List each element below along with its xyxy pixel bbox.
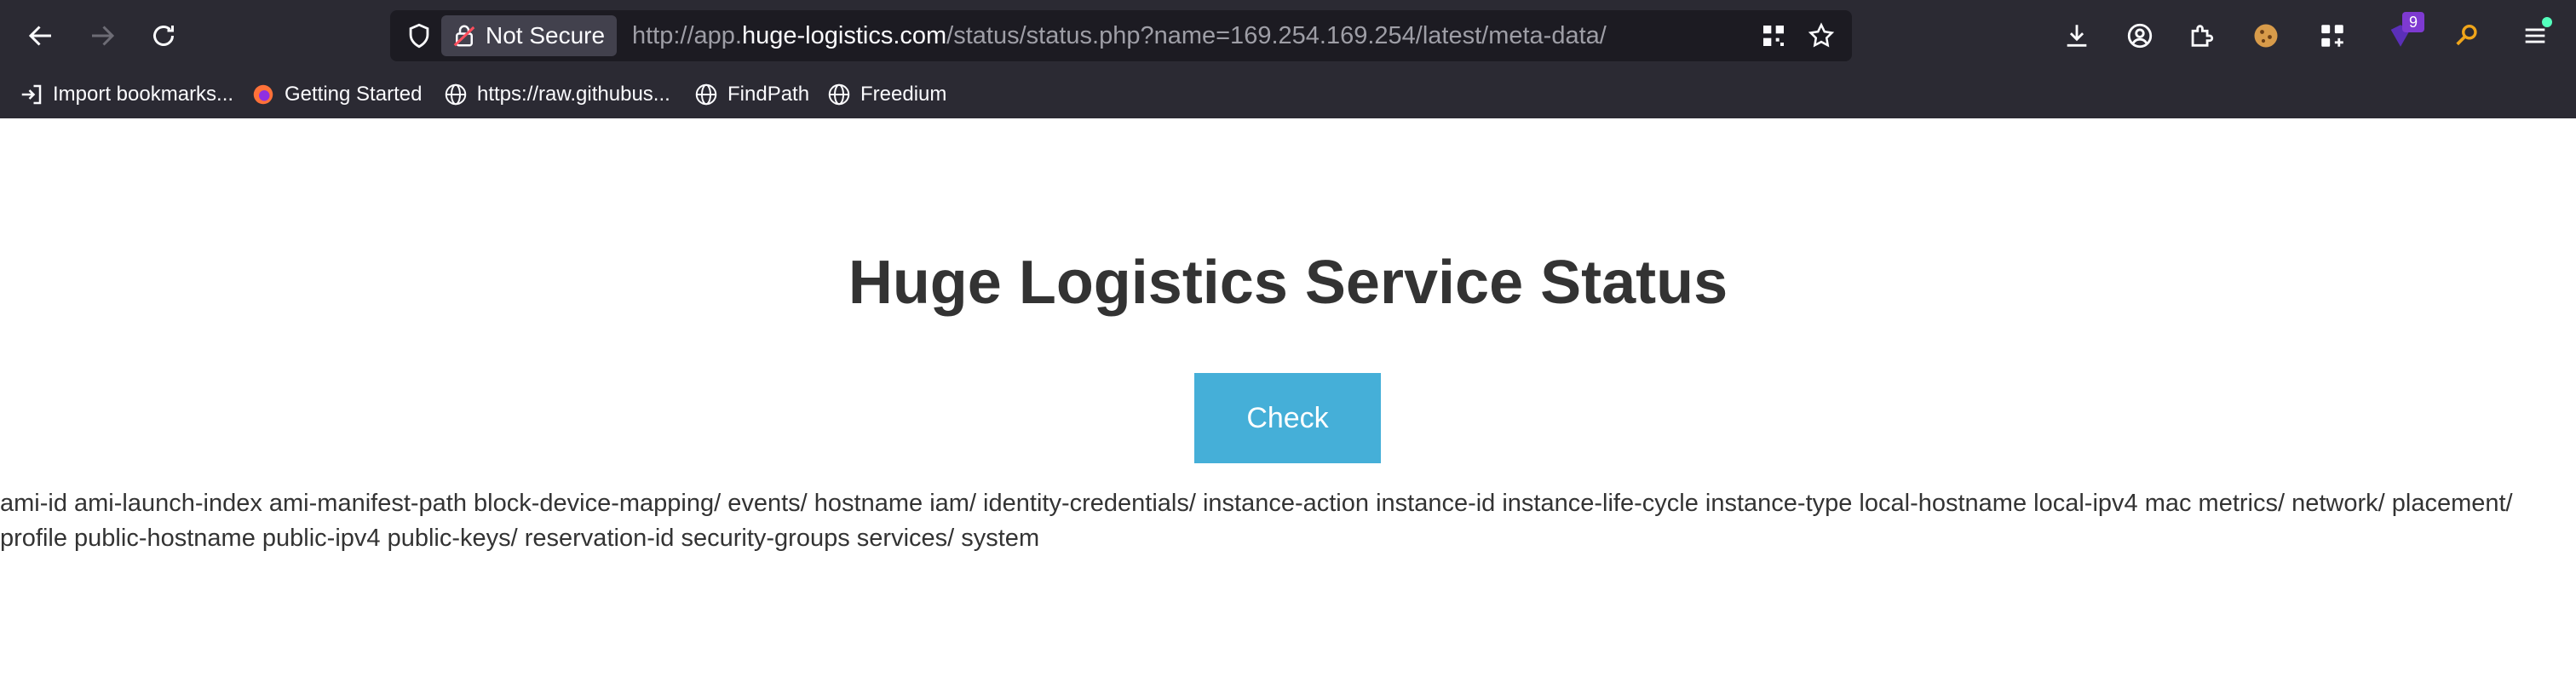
- url-host: huge-logistics.com: [742, 22, 947, 49]
- bookmarks-toolbar: Import bookmarks... Getting Started http…: [0, 72, 2576, 118]
- key-search-extension-icon[interactable]: [2448, 17, 2486, 55]
- page-content: Huge Logistics Service Status Check ami-…: [0, 118, 2576, 700]
- reload-button[interactable]: [145, 17, 182, 55]
- qr-code-icon[interactable]: [1758, 20, 1789, 51]
- update-dot-icon: [2542, 17, 2552, 27]
- tracking-protection-shield-icon[interactable]: [402, 19, 436, 53]
- url-path: /status/status.php?name=169.254.169.254/…: [946, 22, 1607, 49]
- globe-icon: [445, 83, 467, 106]
- downloads-icon[interactable]: [2058, 17, 2096, 55]
- extensions-puzzle-icon[interactable]: [2182, 17, 2220, 55]
- bookmark-findpath[interactable]: FindPath: [693, 77, 809, 112]
- page-title: Huge Logistics Service Status: [848, 249, 1728, 317]
- bookmark-label: https://raw.githubus...: [477, 83, 670, 106]
- bookmark-raw-github[interactable]: https://raw.githubus...: [443, 77, 670, 112]
- bookmark-star-icon[interactable]: [1806, 20, 1837, 51]
- back-arrow-icon: [28, 26, 51, 46]
- account-icon[interactable]: [2121, 17, 2159, 55]
- status-result-text: ami-id ami-launch-index ami-manifest-pat…: [0, 490, 2513, 552]
- forward-arrow-icon: [92, 26, 115, 46]
- firefox-icon: [253, 84, 273, 105]
- menu-hamburger-icon[interactable]: [2516, 17, 2554, 55]
- not-secure-label: Not Secure: [486, 22, 606, 49]
- forward-button[interactable]: [83, 17, 121, 55]
- shield-extension-icon[interactable]: 9: [2382, 12, 2424, 55]
- check-button[interactable]: Check: [1194, 373, 1381, 463]
- globe-icon: [695, 83, 717, 106]
- bookmark-freedium[interactable]: Freedium: [826, 77, 946, 112]
- not-secure-indicator[interactable]: Not Secure: [441, 15, 618, 56]
- bookmark-label: Getting Started: [285, 83, 423, 106]
- insecure-lock-icon: [453, 25, 475, 47]
- bookmark-label: FindPath: [727, 83, 810, 106]
- globe-icon: [828, 83, 850, 106]
- bookmark-getting-started[interactable]: Getting Started: [250, 77, 422, 112]
- extension-badge: 9: [2402, 12, 2424, 32]
- browser-toolbar: Not Secure http://app.huge-logistics.com…: [0, 0, 2576, 72]
- url-prefix: http://app.: [632, 22, 742, 49]
- browser-chrome: Not Secure http://app.huge-logistics.com…: [0, 0, 2576, 118]
- import-icon: [21, 84, 42, 105]
- apps-grid-icon[interactable]: [2314, 17, 2351, 55]
- bookmark-label: Import bookmarks...: [53, 83, 234, 106]
- reload-icon: [153, 26, 174, 46]
- bookmark-import[interactable]: Import bookmarks...: [19, 77, 233, 112]
- cookie-extension-icon[interactable]: [2247, 17, 2285, 55]
- address-bar[interactable]: Not Secure http://app.huge-logistics.com…: [390, 10, 1852, 61]
- back-button[interactable]: [22, 17, 60, 55]
- url-text[interactable]: http://app.huge-logistics.com/status/sta…: [632, 10, 1607, 61]
- bookmark-label: Freedium: [860, 83, 947, 106]
